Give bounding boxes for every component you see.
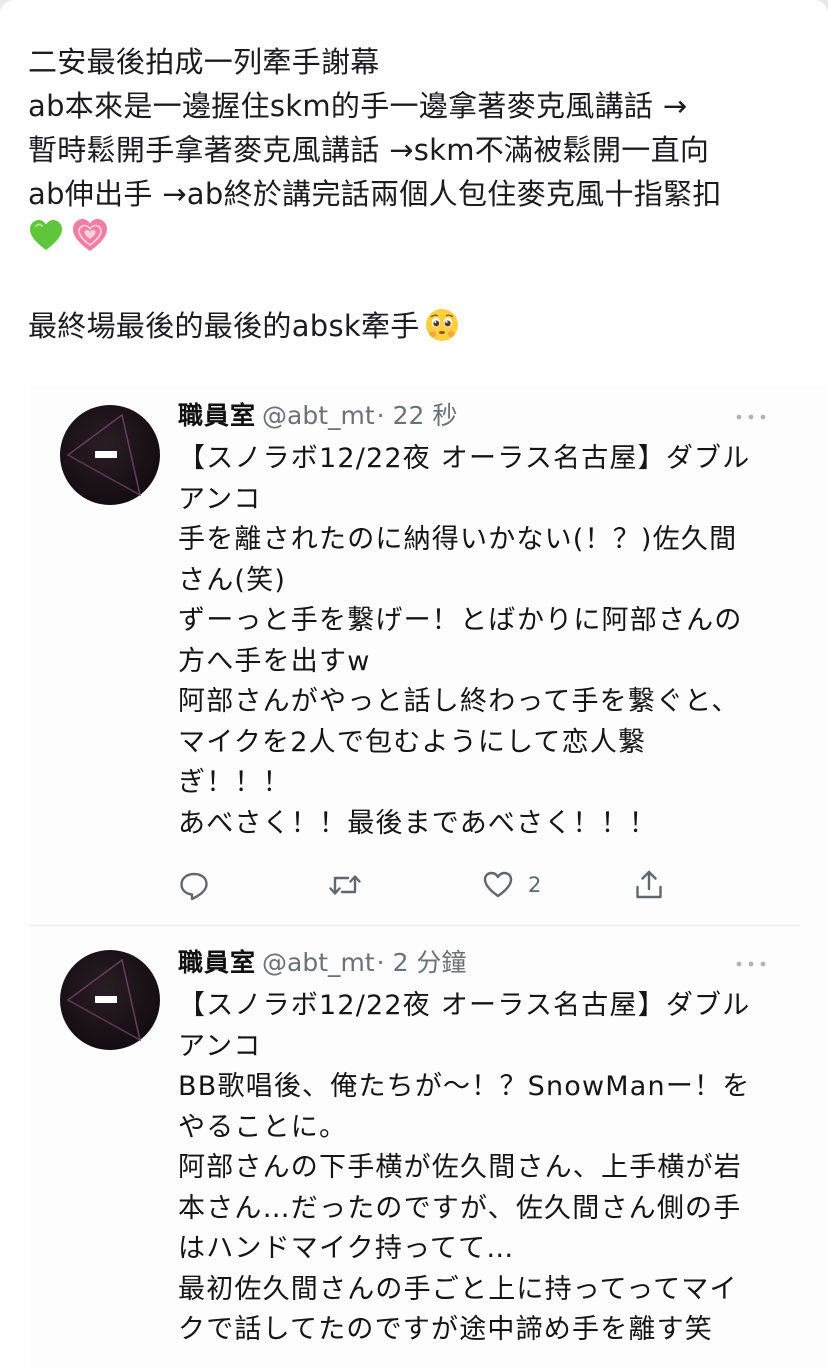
tweet-header: 職員室 @abt_mt· 2 分鐘	[178, 946, 798, 980]
tweet-line: 本さん…だったのですが、佐久間さん側の手	[178, 1192, 742, 1224]
tweet-line: あべさく！！最後まであべさく！！！	[178, 807, 658, 839]
tweet-card[interactable]: 職員室 @abt_mt· 2 分鐘 【スノラボ12/22夜 オーラス名古屋】ダブル…	[30, 930, 828, 1368]
share-icon	[636, 870, 662, 899]
avatar[interactable]	[60, 405, 160, 505]
tweet-line: ぎ！！！	[178, 767, 291, 798]
author-name[interactable]: 職員室	[178, 948, 256, 977]
reply-icon	[180, 872, 208, 901]
tweet-body: 【スノラボ12/22夜 オーラス名古屋】ダブル アンコ BB歌唱後、俺たちが～！…	[178, 986, 798, 1351]
divider	[30, 925, 800, 926]
post-line: 二安最後拍成一列牽手謝幕	[28, 45, 380, 79]
emoji-line	[28, 216, 808, 260]
tweet-line: 阿部さんの下手横が佐久間さん、上手横が岩	[178, 1152, 742, 1183]
tweet-body: 【スノラボ12/22夜 オーラス名古屋】ダブル アンコ 手を離されたのに納得いか…	[178, 439, 798, 844]
tweet-line: アンコ	[178, 483, 262, 515]
more-icon[interactable]	[734, 412, 768, 422]
tweet-time[interactable]: · 2 分鐘	[377, 948, 467, 977]
share-button[interactable]	[634, 865, 664, 905]
author-name[interactable]: 職員室	[178, 401, 256, 430]
tweet-line: 手を離されたのに納得いかない(！？)佐久間	[178, 524, 738, 555]
tweet-line: さん(笑)	[178, 564, 287, 596]
tweet-line: BB歌唱後、俺たちが～！？SnowManー！を	[178, 1071, 751, 1102]
closing-text: 最終場最後的最後的absk牽手	[28, 309, 420, 343]
tweet-time[interactable]: · 22 秒	[377, 401, 458, 430]
post-line: 暫時鬆開手拿著麥克風講話 →skm不滿被鬆開一直向	[28, 133, 710, 167]
retweet-icon	[329, 875, 361, 895]
tweet-line: やることに。	[178, 1111, 348, 1143]
tweet-line: マイクを2人で包むようにして恋人繋	[178, 726, 647, 758]
closing-line: 最終場最後的最後的absk牽手	[28, 304, 808, 348]
tweet-line: 阿部さんがやっと話し終わって手を繋ぐと、	[178, 686, 740, 717]
tweet-actions: 2	[178, 865, 678, 905]
tweet-line: はハンドマイク持ってて…	[178, 1233, 515, 1264]
tweet-screenshot: 職員室 @abt_mt· 22 秒 【スノラボ12/22夜 オーラス名古屋】ダブル…	[30, 385, 828, 1368]
tweet-card[interactable]: 職員室 @abt_mt· 22 秒 【スノラボ12/22夜 オーラス名古屋】ダブル…	[30, 385, 828, 925]
post-text: 二安最後拍成一列牽手謝幕 ab本來是一邊握住skm的手一邊拿著麥克風講話 → 暫…	[28, 40, 808, 348]
retweet-button[interactable]	[328, 865, 362, 905]
pleading-face-icon	[425, 309, 458, 341]
reply-button[interactable]	[178, 865, 210, 905]
tweet-line: 方へ手を出すw	[178, 645, 371, 677]
like-count: 2	[528, 873, 542, 897]
author-handle[interactable]: @abt_mt	[262, 948, 375, 977]
tweet-line: アンコ	[178, 1030, 262, 1062]
tweet-line: ずーっと手を繋げー！とばかりに阿部さんの	[178, 605, 743, 636]
post-line: ab本來是一邊握住skm的手一邊拿著麥克風講話 →	[28, 89, 688, 123]
tweet-line: クで話してたのですが途中諦め手を離す笑	[178, 1314, 713, 1345]
post-line: ab伸出手 →ab終於講完話兩個人包住麥克風十指緊扣	[28, 177, 722, 211]
tweet-line: 【スノラボ12/22夜 オーラス名古屋】ダブル	[178, 443, 751, 474]
post-sheet: 二安最後拍成一列牽手謝幕 ab本來是一邊握住skm的手一邊拿著麥克風講話 → 暫…	[0, 0, 828, 1368]
like-button[interactable]: 2	[482, 865, 541, 905]
tweet-header: 職員室 @abt_mt· 22 秒	[178, 399, 798, 433]
author-handle[interactable]: @abt_mt	[262, 401, 375, 430]
green-heart-icon	[30, 220, 62, 250]
avatar[interactable]	[60, 950, 160, 1050]
avatar-logo	[66, 413, 142, 497]
tweet-line: 最初佐久間さんの手ごと上に持ってってマイ	[178, 1273, 738, 1305]
avatar-logo	[66, 958, 142, 1042]
heart-icon	[483, 871, 513, 898]
growing-heart-icon	[73, 219, 107, 251]
tweet-line: 【スノラボ12/22夜 オーラス名古屋】ダブル	[178, 990, 751, 1021]
more-icon[interactable]	[734, 959, 768, 969]
